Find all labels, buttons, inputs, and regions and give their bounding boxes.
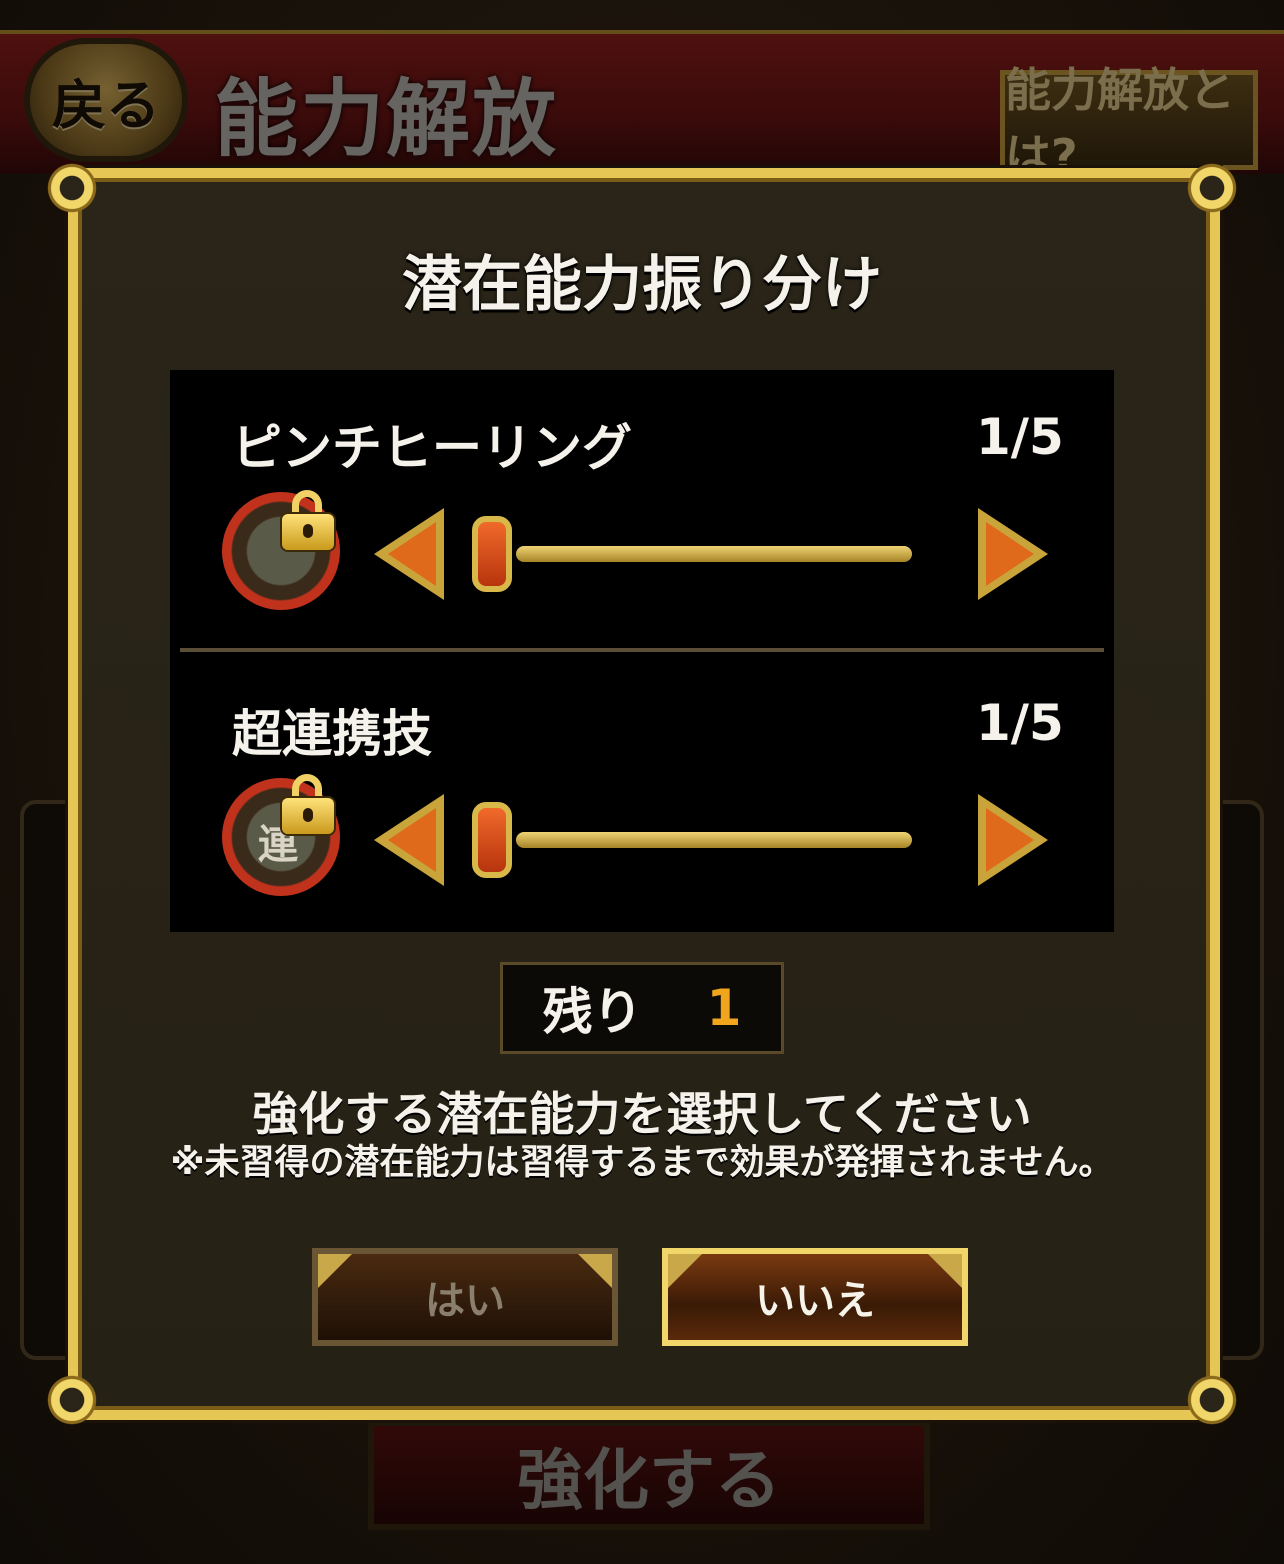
remaining-value: 1 [706, 979, 742, 1037]
decrease-arrow-button[interactable] [374, 794, 444, 886]
note-text: ※未習得の潜在能力は習得するまで効果が発揮されません。 [170, 1143, 1114, 1183]
skill-count: 1/5 [976, 408, 1064, 466]
button-corner [318, 1254, 352, 1288]
increase-arrow-button[interactable] [978, 794, 1048, 886]
divider [180, 648, 1104, 652]
corner-ornament [1184, 1372, 1240, 1428]
remaining-points: 残り 1 [500, 962, 784, 1054]
level-slider-knob[interactable] [472, 802, 512, 878]
dialog-title: 潜在能力振り分け [402, 250, 882, 320]
yes-button-label: はい [425, 1278, 505, 1324]
remaining-label: 残り [542, 983, 643, 1041]
corner-ornament [44, 1372, 100, 1428]
button-corner [668, 1254, 702, 1288]
skill-name: ピンチヒーリング [232, 419, 632, 477]
button-corner [578, 1254, 612, 1288]
skill-count: 1/5 [976, 694, 1064, 752]
button-corner [928, 1254, 962, 1288]
skill-name: 超連携技 [232, 705, 432, 763]
decrease-arrow-button[interactable] [374, 508, 444, 600]
no-button[interactable]: いいえ [662, 1248, 968, 1346]
lock-icon [282, 490, 334, 550]
corner-ornament [1184, 160, 1240, 216]
lock-icon [282, 774, 334, 834]
yes-button[interactable]: はい [312, 1248, 618, 1346]
corner-ornament [44, 160, 100, 216]
level-slider-track[interactable] [516, 832, 912, 848]
level-slider-track[interactable] [516, 546, 912, 562]
increase-arrow-button[interactable] [978, 508, 1048, 600]
no-button-label: いいえ [755, 1278, 875, 1324]
level-slider-knob[interactable] [472, 516, 512, 592]
